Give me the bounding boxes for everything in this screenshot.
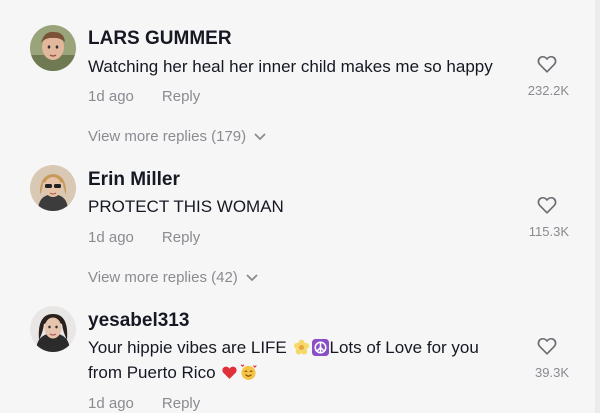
comment-text: PROTECT THIS WOMAN <box>88 197 284 216</box>
comment-text-part: Your hippie vibes are LIFE <box>88 338 287 357</box>
blossom-emoji-icon <box>293 339 309 355</box>
avatar-image <box>30 165 76 211</box>
avatar-image <box>30 306 76 352</box>
like-button[interactable] <box>536 53 558 75</box>
view-more-replies-label: View more replies (42) <box>88 269 238 286</box>
comment-text-part: Lots of Love for you <box>329 338 479 357</box>
comment-text: Your hippie vibes are LIFE Lots of Love … <box>88 335 508 385</box>
comment-time: 1d ago <box>88 229 134 246</box>
comment-meta: 1d ago Reply <box>88 88 200 105</box>
comment-username[interactable]: LARS GUMMER <box>88 28 232 50</box>
avatar[interactable] <box>30 306 76 352</box>
heart-outline-icon <box>537 55 557 73</box>
like-button[interactable] <box>536 194 558 216</box>
heart-outline-icon <box>537 337 557 355</box>
comment-time: 1d ago <box>88 88 134 105</box>
comment-username[interactable]: yesabel313 <box>88 310 189 332</box>
like-count: 115.3K <box>528 224 569 239</box>
view-more-replies-label: View more replies (179) <box>88 128 247 145</box>
comment-text: Watching her heal her inner child makes … <box>88 57 493 76</box>
avatar-image <box>30 25 76 71</box>
smiling-face-with-hearts-emoji-icon <box>241 364 257 380</box>
avatar[interactable] <box>30 25 76 71</box>
red-heart-emoji-icon <box>222 366 237 379</box>
avatar[interactable] <box>30 165 76 211</box>
view-more-replies-button[interactable]: View more replies (179) <box>88 128 266 145</box>
reply-button[interactable]: Reply <box>162 229 200 246</box>
view-more-replies-button[interactable]: View more replies (42) <box>88 269 258 286</box>
reply-button[interactable]: Reply <box>162 395 200 412</box>
like-count: 232.2K <box>527 83 569 98</box>
peace-symbol-emoji-icon <box>311 339 329 356</box>
chevron-down-icon <box>254 133 266 141</box>
scrollbar-track[interactable] <box>595 0 600 413</box>
like-button[interactable] <box>536 335 558 357</box>
comment-meta: 1d ago Reply <box>88 229 200 246</box>
comment-time: 1d ago <box>88 395 134 412</box>
comment-text-part: from Puerto Rico <box>88 363 216 382</box>
chevron-down-icon <box>246 274 258 282</box>
heart-outline-icon <box>537 196 557 214</box>
reply-button[interactable]: Reply <box>162 88 200 105</box>
comment-username[interactable]: Erin Miller <box>88 169 180 191</box>
comment-meta: 1d ago Reply <box>88 395 200 412</box>
like-count: 39.3K <box>535 365 569 380</box>
